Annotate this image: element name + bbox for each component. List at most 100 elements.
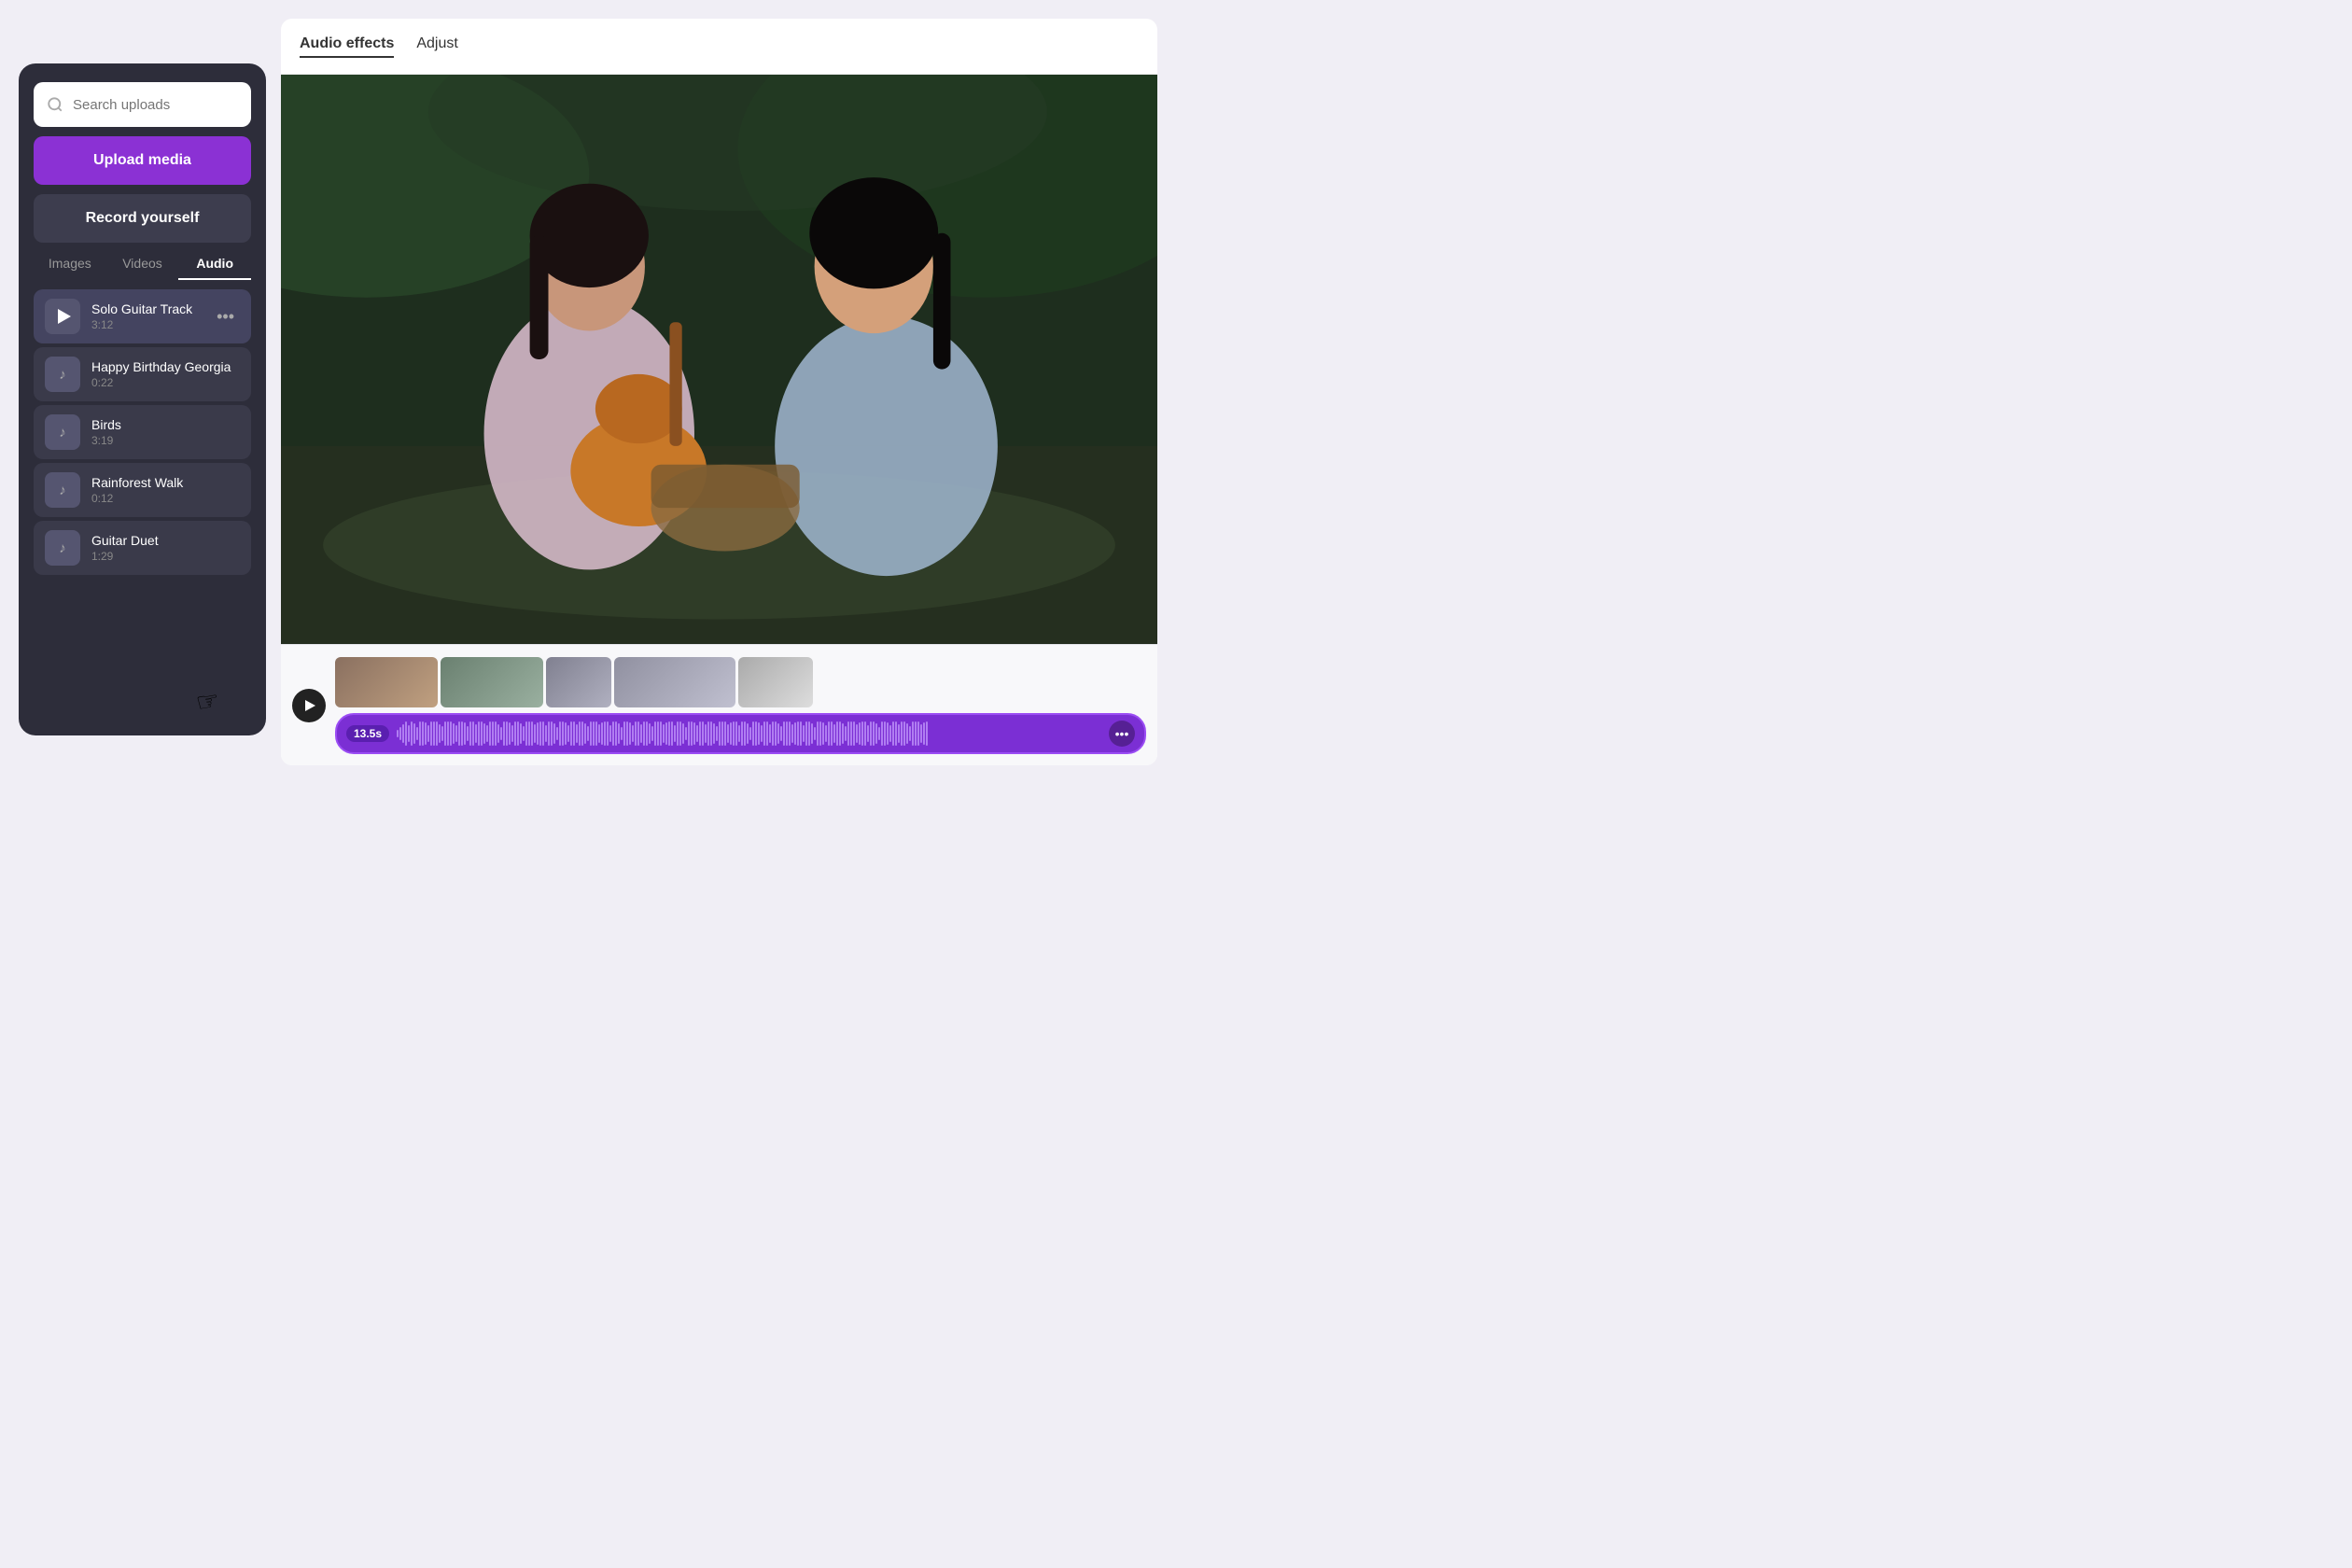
film-frame-5[interactable] [738,657,813,707]
waveform-bar [859,722,861,745]
waveform-bar [579,721,581,746]
waveform-bar [584,723,586,744]
waveform-bar [469,721,471,746]
audio-item-happy-birthday[interactable]: ♪ Happy Birthday Georgia 0:22 [34,347,251,401]
waveform-bar [875,723,877,744]
waveform-bar [500,727,502,740]
waveform-bar [416,727,418,740]
audio-duration: 3:12 [91,318,200,331]
audio-item-guitar-duet[interactable]: ♪ Guitar Duet 1:29 [34,521,251,575]
waveform-bar [831,721,833,746]
waveform-bar [808,721,810,746]
waveform-bar [534,724,536,743]
waveform-bar [609,725,611,742]
waveform-bar [912,721,914,746]
waveform-bar [707,721,709,746]
audio-play-thumb [45,299,80,334]
right-panel: Audio effects Adjust [281,19,1157,765]
waveform-bar [643,721,645,746]
audio-item-rainforest-walk[interactable]: ♪ Rainforest Walk 0:12 [34,463,251,517]
film-frame-2[interactable] [441,657,543,707]
audio-duration: 0:22 [91,376,240,389]
audio-time-badge: 13.5s [346,725,389,742]
video-preview [281,75,1157,644]
tab-audio-effects[interactable]: Audio effects [300,35,394,58]
audio-name: Rainforest Walk [91,475,240,490]
search-input[interactable] [73,97,238,113]
tab-audio[interactable]: Audio [178,256,251,280]
waveform-bar [845,726,847,741]
waveform-bar [464,722,466,745]
waveform-bar [797,721,799,746]
waveform-bar [763,721,765,746]
waveform-bar [839,721,841,746]
waveform-bar [892,721,894,746]
waveform-bar [724,721,726,746]
upload-media-button[interactable]: Upload media [34,136,251,185]
waveform-bar [646,721,648,746]
waveform-bar [439,724,441,743]
waveform-bar [805,721,807,746]
waveform-bar [674,725,676,742]
audio-more-button[interactable]: ••• [211,306,240,327]
waveform-bar [640,724,642,743]
waveform-bar [548,721,550,746]
waveform-bar [422,721,424,746]
tab-videos[interactable]: Videos [106,256,179,280]
waveform-bar [509,722,511,745]
timeline-play-button[interactable] [292,689,326,722]
audio-item-birds[interactable]: ♪ Birds 3:19 [34,405,251,459]
waveform-bar [864,721,866,746]
audio-track-bar[interactable]: 13.5s ••• [335,713,1146,754]
waveform-bar [668,721,670,746]
waveform-bar [637,721,639,746]
waveform-bar [430,721,432,746]
waveform-bar [553,723,555,744]
waveform-bar [867,725,869,742]
search-bar [34,82,251,127]
waveform-bar [581,721,583,746]
waveform-bar [699,721,701,746]
waveform-bar [721,721,723,746]
waveform-bar [408,725,410,742]
record-yourself-button[interactable]: Record yourself [34,194,251,243]
waveform-bar [595,721,597,746]
waveform-bar [626,721,628,746]
waveform-bar [665,722,667,745]
waveform-bar [685,727,687,740]
waveform-bar [716,726,718,741]
tab-adjust[interactable]: Adjust [416,35,457,58]
waveform-bar [531,721,533,746]
waveform-bar [920,724,922,743]
waveform-bar [472,721,474,746]
waveform-bar [847,721,849,746]
waveform-bar [615,721,617,746]
waveform-bar [915,721,917,746]
waveform-bar [713,723,715,744]
waveform-bar [559,721,561,746]
waveform-bar [573,721,575,746]
waveform-bar [497,724,499,743]
waveform-bar [607,721,609,746]
audio-item-solo-guitar[interactable]: Solo Guitar Track 3:12 ••• [34,289,251,343]
waveform-bar [447,721,449,746]
waveform-bar [691,721,693,746]
waveform-bar [861,721,863,746]
tab-images[interactable]: Images [34,256,106,280]
waveform-bar [926,721,928,746]
waveform-bar [853,721,855,746]
waveform-bar [654,721,656,746]
waveform-bar [677,721,679,746]
waveform-bar [794,722,796,745]
audio-info: Solo Guitar Track 3:12 [91,301,200,331]
audio-track-more-button[interactable]: ••• [1109,721,1135,747]
scene-svg [281,75,1157,644]
waveform-bar [539,721,541,746]
waveform-bar [618,723,620,744]
waveform-bar [819,721,821,746]
film-frame-4[interactable] [614,657,735,707]
waveform-bar [629,722,631,745]
waveform-bar [679,721,681,746]
film-frame-3[interactable] [546,657,611,707]
film-frame-1[interactable] [335,657,438,707]
